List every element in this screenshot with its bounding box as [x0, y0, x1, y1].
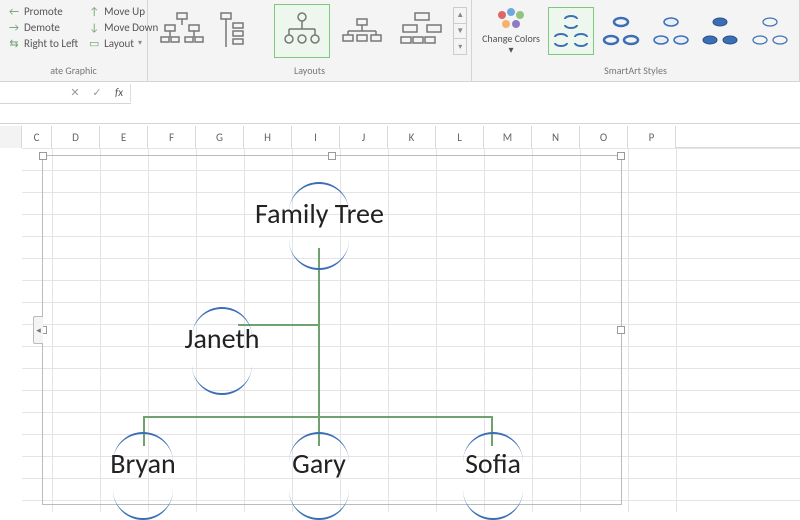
arrow-down-icon: ↓ — [88, 21, 100, 33]
column-header[interactable]: L — [436, 126, 484, 148]
node-arc — [463, 432, 523, 462]
resize-handle[interactable] — [39, 152, 47, 160]
fx-icon[interactable]: fx — [108, 82, 130, 104]
style-option-2[interactable] — [598, 7, 644, 55]
node-arc — [113, 432, 173, 462]
resize-handle[interactable] — [328, 152, 336, 160]
layouts-scroll[interactable]: ▲ ▼ ▾ — [453, 7, 467, 55]
confirm-button[interactable]: ✓ — [86, 82, 108, 104]
node-child[interactable]: Gary — [255, 446, 383, 506]
group-create-graphic: ← Promote → Demote ⇆ Right to Left ↑ Mov… — [0, 0, 148, 81]
column-header[interactable]: K — [388, 126, 436, 148]
style-option-4[interactable] — [697, 7, 743, 55]
column-header[interactable]: F — [148, 126, 196, 148]
column-header[interactable]: M — [484, 126, 532, 148]
node-arc — [463, 490, 523, 520]
column-header[interactable]: E — [100, 126, 148, 148]
node-arc — [289, 490, 349, 520]
node-root[interactable]: Family Tree — [255, 196, 383, 256]
style-option-5[interactable] — [747, 7, 793, 55]
node-arc — [289, 432, 349, 462]
group-smartart-styles: Change Colors ▾ — [472, 0, 800, 81]
column-header[interactable]: N — [532, 126, 580, 148]
node-assistant[interactable]: Janeth — [158, 321, 286, 381]
column-header[interactable]: I — [292, 126, 340, 148]
layout-option-2[interactable] — [214, 4, 270, 58]
column-header[interactable]: H — [244, 126, 292, 148]
right-to-left-button[interactable]: ⇆ Right to Left — [6, 36, 80, 50]
scroll-more-icon[interactable]: ▾ — [454, 38, 466, 54]
change-colors-button[interactable]: Change Colors ▾ — [476, 5, 546, 57]
formula-input[interactable] — [131, 82, 800, 104]
style-option-3[interactable] — [648, 7, 694, 55]
column-header[interactable]: P — [628, 126, 676, 148]
chevron-down-icon: ▾ — [509, 43, 514, 56]
arrow-left-icon: ← — [8, 5, 20, 17]
text-pane-toggle[interactable]: ◂ — [33, 316, 43, 344]
node-child[interactable]: Bryan — [79, 446, 207, 506]
column-header[interactable]: J — [340, 126, 388, 148]
chevron-down-icon: ▾ — [138, 38, 142, 48]
promote-button[interactable]: ← Promote — [6, 4, 80, 18]
group-layouts: ▲ ▼ ▾ Layouts — [148, 0, 472, 81]
column-headers: CDEFGHIJKLMNOP — [0, 126, 800, 148]
scroll-up-icon[interactable]: ▲ — [454, 8, 466, 23]
smartart-frame[interactable]: ◂ Family Tree Janeth Bryan Gary Sofia — [42, 155, 622, 505]
rtl-icon: ⇆ — [8, 37, 20, 49]
group-caption-create: ate Graphic — [0, 62, 147, 81]
arrow-up-icon: ↑ — [88, 5, 100, 17]
resize-handle[interactable] — [617, 152, 625, 160]
layout-option-4[interactable] — [334, 4, 390, 58]
node-child[interactable]: Sofia — [429, 446, 557, 506]
group-caption-styles: SmartArt Styles — [472, 62, 799, 81]
resize-handle[interactable] — [617, 326, 625, 334]
group-caption-layouts: Layouts — [148, 62, 471, 81]
palette-icon — [494, 7, 528, 33]
layout-icon: ▭ — [88, 37, 100, 49]
node-arc — [192, 365, 252, 395]
layout-option-5[interactable] — [394, 4, 450, 58]
column-header[interactable]: O — [580, 126, 628, 148]
ribbon: ← Promote → Demote ⇆ Right to Left ↑ Mov… — [0, 0, 800, 82]
style-option-1[interactable] — [548, 7, 594, 55]
node-arc — [289, 240, 349, 270]
connector — [318, 248, 320, 416]
column-header[interactable]: G — [196, 126, 244, 148]
formula-bar: ✕ ✓ fx — [0, 82, 800, 104]
formula-bar-expand — [0, 104, 800, 124]
column-header[interactable]: D — [52, 126, 100, 148]
layout-option-1[interactable] — [154, 4, 210, 58]
arrow-right-icon: → — [8, 21, 20, 33]
cancel-button[interactable]: ✕ — [64, 82, 86, 104]
layout-option-3[interactable] — [274, 4, 330, 58]
node-arc — [192, 307, 252, 337]
column-header[interactable]: C — [22, 126, 52, 148]
scroll-down-icon[interactable]: ▼ — [454, 23, 466, 39]
node-arc — [113, 490, 173, 520]
select-all-corner[interactable] — [0, 126, 22, 148]
node-arc — [289, 182, 349, 212]
demote-button[interactable]: → Demote — [6, 20, 80, 34]
